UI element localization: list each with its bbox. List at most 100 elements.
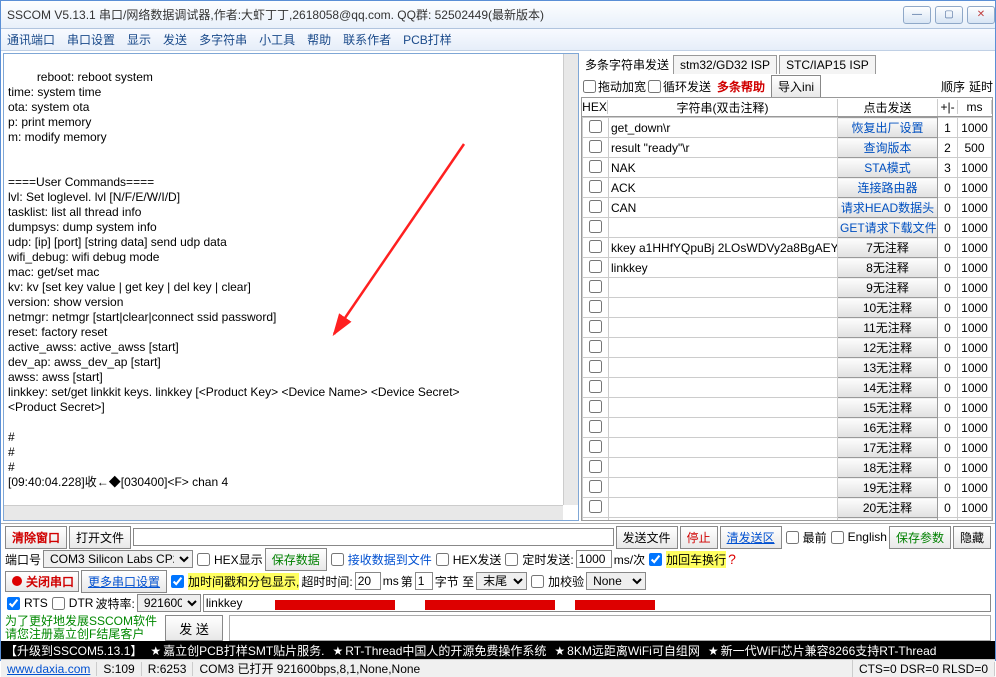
hex-show-checkbox[interactable] — [197, 553, 210, 566]
row-string-cell[interactable]: kkey a1HHfYQpuBj 2LOsWDVy2a8BgAEY — [609, 238, 838, 258]
tab-stm32[interactable]: stm32/GD32 ISP — [673, 55, 777, 74]
menu-5[interactable]: 小工具 — [259, 31, 295, 48]
row-hex-checkbox[interactable] — [589, 120, 602, 133]
row-index[interactable]: 0 — [938, 318, 958, 338]
rts-checkbox[interactable] — [7, 597, 20, 610]
row-delay[interactable]: 1000 — [958, 418, 992, 438]
row-delay[interactable]: 1000 — [958, 518, 992, 522]
close-port-button[interactable]: 关闭串口 — [5, 571, 79, 592]
row-string-cell[interactable] — [609, 338, 838, 358]
row-hex-checkbox[interactable] — [589, 360, 602, 373]
crlf-checkbox[interactable] — [649, 553, 662, 566]
row-hex-checkbox[interactable] — [589, 380, 602, 393]
save-params-button[interactable]: 保存参数 — [889, 526, 951, 549]
row-delay[interactable]: 1000 — [958, 178, 992, 198]
timed-send-checkbox[interactable] — [505, 553, 518, 566]
row-hex-checkbox[interactable] — [589, 480, 602, 493]
row-index[interactable]: 0 — [938, 458, 958, 478]
row-delay[interactable]: 1000 — [958, 158, 992, 178]
menu-0[interactable]: 通讯端口 — [7, 31, 55, 48]
row-string-cell[interactable]: linkkey — [609, 258, 838, 278]
clear-window-button[interactable]: 清除窗口 — [5, 526, 67, 549]
open-file-button[interactable]: 打开文件 — [69, 526, 131, 549]
row-send-button[interactable]: 17无注释 — [838, 438, 938, 458]
row-send-button[interactable]: 恢复出厂设置 — [838, 118, 938, 138]
row-index[interactable]: 3 — [938, 158, 958, 178]
row-index[interactable]: 0 — [938, 278, 958, 298]
row-hex-checkbox[interactable] — [589, 420, 602, 433]
help-icon[interactable]: ? — [728, 551, 736, 567]
row-string-cell[interactable] — [609, 298, 838, 318]
row-send-button[interactable]: 10无注释 — [838, 298, 938, 318]
dtr-checkbox[interactable] — [52, 597, 65, 610]
row-delay[interactable]: 1000 — [958, 338, 992, 358]
promo-jlc[interactable]: 嘉立创PCB打样SMT贴片服务. — [150, 642, 324, 659]
row-hex-checkbox[interactable] — [589, 500, 602, 513]
row-delay[interactable]: 1000 — [958, 198, 992, 218]
row-send-button[interactable]: 13无注释 — [838, 358, 938, 378]
row-index[interactable]: 0 — [938, 378, 958, 398]
row-index[interactable]: 0 — [938, 338, 958, 358]
maximize-button[interactable]: ▢ — [935, 6, 963, 24]
row-string-cell[interactable]: CAN — [609, 198, 838, 218]
row-hex-checkbox[interactable] — [589, 460, 602, 473]
row-index[interactable]: 0 — [938, 498, 958, 518]
row-send-button[interactable]: 7无注释 — [838, 238, 938, 258]
row-delay[interactable]: 1000 — [958, 458, 992, 478]
row-delay[interactable]: 1000 — [958, 498, 992, 518]
promo-rtthread[interactable]: RT-Thread中国人的开源免费操作系统 — [332, 642, 546, 659]
row-index[interactable]: 0 — [938, 218, 958, 238]
timeout-input[interactable] — [355, 572, 381, 590]
tail-dropdown[interactable]: 末尾 — [476, 572, 527, 590]
row-send-button[interactable]: 11无注释 — [838, 318, 938, 338]
more-port-settings-button[interactable]: 更多串口设置 — [81, 570, 167, 593]
row-string-cell[interactable]: get_down\r — [609, 118, 838, 138]
promo-chip[interactable]: 新一代WiFi芯片兼容8266支持RT-Thread — [708, 642, 937, 659]
row-delay[interactable]: 1000 — [958, 278, 992, 298]
multi-help-link[interactable]: 多条帮助 — [717, 78, 765, 95]
row-string-cell[interactable] — [609, 478, 838, 498]
row-index[interactable]: 0 — [938, 418, 958, 438]
hdr-plus[interactable]: +|- — [938, 100, 958, 114]
row-send-button[interactable]: 18无注释 — [838, 458, 938, 478]
send-file-button[interactable]: 发送文件 — [616, 526, 678, 549]
row-delay[interactable]: 1000 — [958, 378, 992, 398]
console-output[interactable]: reboot: reboot system time: system time … — [3, 53, 579, 521]
rx-to-file-checkbox[interactable] — [331, 553, 344, 566]
row-send-button[interactable]: STA模式 — [838, 158, 938, 178]
row-index[interactable]: 0 — [938, 238, 958, 258]
row-delay[interactable]: 1000 — [958, 478, 992, 498]
row-index[interactable]: 0 — [938, 398, 958, 418]
row-hex-checkbox[interactable] — [589, 240, 602, 253]
hide-button[interactable]: 隐藏 — [953, 526, 991, 549]
row-hex-checkbox[interactable] — [589, 160, 602, 173]
row-delay[interactable]: 1000 — [958, 398, 992, 418]
port-dropdown[interactable]: COM3 Silicon Labs CP210x U — [43, 550, 193, 568]
tab-stc[interactable]: STC/IAP15 ISP — [779, 55, 876, 74]
menu-6[interactable]: 帮助 — [307, 31, 331, 48]
promo-upgrade[interactable]: 【升级到SSCOM5.13.1】 — [5, 642, 142, 659]
row-send-button[interactable]: 16无注释 — [838, 418, 938, 438]
row-send-button[interactable]: 19无注释 — [838, 478, 938, 498]
row-hex-checkbox[interactable] — [589, 280, 602, 293]
nth-input[interactable] — [415, 572, 433, 590]
row-hex-checkbox[interactable] — [589, 200, 602, 213]
row-index[interactable]: 0 — [938, 518, 958, 522]
row-string-cell[interactable] — [609, 458, 838, 478]
row-hex-checkbox[interactable] — [589, 400, 602, 413]
stop-button[interactable]: 停止 — [680, 526, 718, 549]
row-string-cell[interactable] — [609, 518, 838, 522]
loop-send-checkbox[interactable] — [648, 80, 661, 93]
row-hex-checkbox[interactable] — [589, 260, 602, 273]
row-send-button[interactable]: 8无注释 — [838, 258, 938, 278]
row-index[interactable]: 0 — [938, 438, 958, 458]
row-send-button[interactable]: 15无注释 — [838, 398, 938, 418]
english-checkbox[interactable] — [831, 531, 844, 544]
menu-3[interactable]: 发送 — [163, 31, 187, 48]
row-index[interactable]: 0 — [938, 358, 958, 378]
row-string-cell[interactable] — [609, 498, 838, 518]
row-string-cell[interactable] — [609, 398, 838, 418]
hex-send-checkbox[interactable] — [436, 553, 449, 566]
send-textarea[interactable] — [229, 615, 991, 641]
import-ini-button[interactable]: 导入ini — [771, 75, 821, 98]
